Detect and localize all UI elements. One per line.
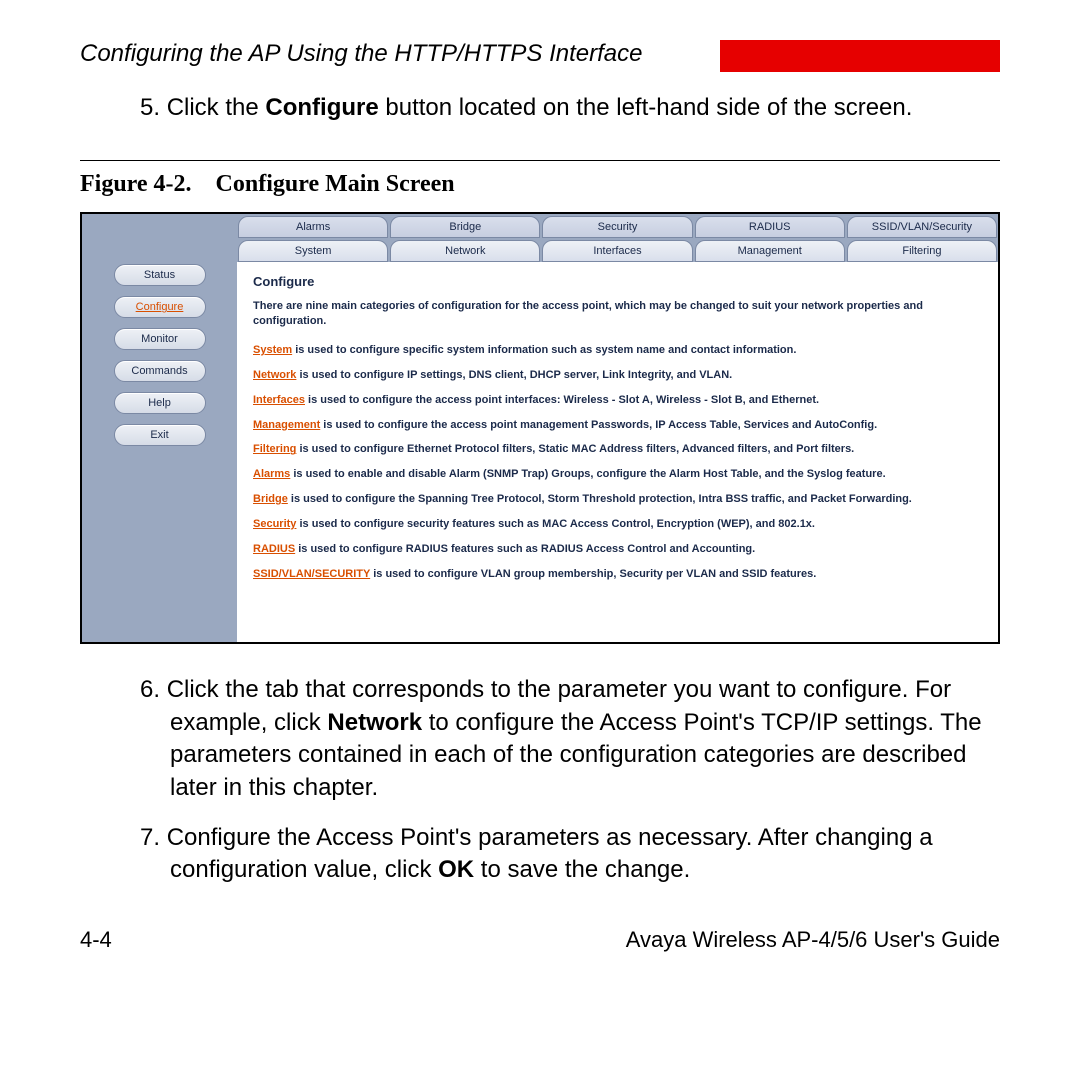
cfg-text: is used to configure VLAN group membersh… (370, 568, 816, 580)
separator (80, 160, 1000, 161)
content-body: Configure There are nine main categories… (237, 262, 998, 642)
sidebar: Status Configure Monitor Commands Help E… (82, 214, 237, 642)
figure-label: Figure 4-2. (80, 171, 192, 197)
sidebar-btn-help[interactable]: Help (114, 392, 206, 414)
link-filtering[interactable]: Filtering (253, 443, 296, 455)
cfg-item-system: System is used to configure specific sys… (253, 343, 982, 358)
cfg-item-radius: RADIUS is used to configure RADIUS featu… (253, 542, 982, 557)
link-radius[interactable]: RADIUS (253, 543, 295, 555)
cfg-text: is used to configure RADIUS features suc… (295, 543, 755, 555)
cfg-item-network: Network is used to configure IP settings… (253, 368, 982, 383)
header-accent-bar (720, 40, 1000, 72)
page-footer: 4-4 Avaya Wireless AP-4/5/6 User's Guide (80, 927, 1000, 953)
link-bridge[interactable]: Bridge (253, 493, 288, 505)
step-text-post: to save the change. (474, 856, 690, 883)
cfg-text: is used to configure the Spanning Tree P… (288, 493, 912, 505)
tab-radius[interactable]: RADIUS (695, 216, 845, 238)
step-7: 7. Configure the Access Point's paramete… (140, 822, 1000, 887)
step-num: 5. (140, 94, 160, 121)
cfg-text: is used to configure IP settings, DNS cl… (296, 369, 732, 381)
tab-alarms[interactable]: Alarms (238, 216, 388, 238)
main-area: Alarms Bridge Security RADIUS SSID/VLAN/… (237, 214, 998, 642)
cfg-item-security: Security is used to configure security f… (253, 517, 982, 532)
configure-intro: There are nine main categories of config… (253, 299, 982, 329)
step-6: 6. Click the tab that corresponds to the… (140, 674, 1000, 804)
tab-security[interactable]: Security (542, 216, 692, 238)
cfg-text: is used to enable and disable Alarm (SNM… (290, 468, 885, 480)
figure-title: Configure Main Screen (216, 171, 455, 197)
tab-bridge[interactable]: Bridge (390, 216, 540, 238)
step-bold: OK (438, 856, 474, 883)
step-text-post: button located on the left-hand side of … (379, 94, 913, 121)
cfg-item-alarms: Alarms is used to enable and disable Ala… (253, 467, 982, 482)
step-num: 6. (140, 676, 160, 703)
step-num: 7. (140, 824, 160, 851)
page-header: Configuring the AP Using the HTTP/HTTPS … (80, 40, 1000, 72)
cfg-text: is used to configure Ethernet Protocol f… (296, 443, 854, 455)
link-network[interactable]: Network (253, 369, 296, 381)
screenshot-frame: Status Configure Monitor Commands Help E… (80, 212, 1000, 644)
header-title: Configuring the AP Using the HTTP/HTTPS … (80, 40, 720, 72)
cfg-item-interfaces: Interfaces is used to configure the acce… (253, 393, 982, 408)
step-text-pre: Click the (167, 94, 266, 121)
cfg-item-ssidvlan: SSID/VLAN/SECURITY is used to configure … (253, 567, 982, 582)
tab-ssid-vlan-security[interactable]: SSID/VLAN/Security (847, 216, 997, 238)
sidebar-btn-configure[interactable]: Configure (114, 296, 206, 318)
tab-interfaces[interactable]: Interfaces (542, 240, 692, 262)
tab-filtering[interactable]: Filtering (847, 240, 997, 262)
screenshot: Status Configure Monitor Commands Help E… (82, 214, 998, 642)
sidebar-btn-exit[interactable]: Exit (114, 424, 206, 446)
cfg-item-bridge: Bridge is used to configure the Spanning… (253, 492, 982, 507)
tab-system[interactable]: System (238, 240, 388, 262)
cfg-text: is used to configure the access point ma… (320, 419, 877, 431)
tab-network[interactable]: Network (390, 240, 540, 262)
step-bold: Network (327, 709, 422, 736)
configure-title: Configure (253, 274, 982, 289)
tab-management[interactable]: Management (695, 240, 845, 262)
step-bold: Configure (265, 94, 378, 121)
tabs-row-1: Alarms Bridge Security RADIUS SSID/VLAN/… (237, 214, 998, 238)
sidebar-btn-commands[interactable]: Commands (114, 360, 206, 382)
sidebar-btn-monitor[interactable]: Monitor (114, 328, 206, 350)
cfg-text: is used to configure the access point in… (305, 394, 819, 406)
cfg-text: is used to configure security features s… (296, 518, 815, 530)
figure-caption: Figure 4-2. Configure Main Screen (80, 171, 1000, 198)
tabs-row-2: System Network Interfaces Management Fil… (237, 238, 998, 262)
cfg-item-management: Management is used to configure the acce… (253, 418, 982, 433)
link-alarms[interactable]: Alarms (253, 468, 290, 480)
step-5: 5. Click the Configure button located on… (140, 92, 1000, 124)
page-number: 4-4 (80, 927, 112, 953)
sidebar-btn-status[interactable]: Status (114, 264, 206, 286)
link-system[interactable]: System (253, 344, 292, 356)
link-management[interactable]: Management (253, 419, 320, 431)
link-interfaces[interactable]: Interfaces (253, 394, 305, 406)
link-security[interactable]: Security (253, 518, 296, 530)
cfg-text: is used to configure specific system inf… (292, 344, 796, 356)
cfg-item-filtering: Filtering is used to configure Ethernet … (253, 442, 982, 457)
guide-title: Avaya Wireless AP-4/5/6 User's Guide (626, 927, 1000, 953)
link-ssidvlan[interactable]: SSID/VLAN/SECURITY (253, 568, 370, 580)
